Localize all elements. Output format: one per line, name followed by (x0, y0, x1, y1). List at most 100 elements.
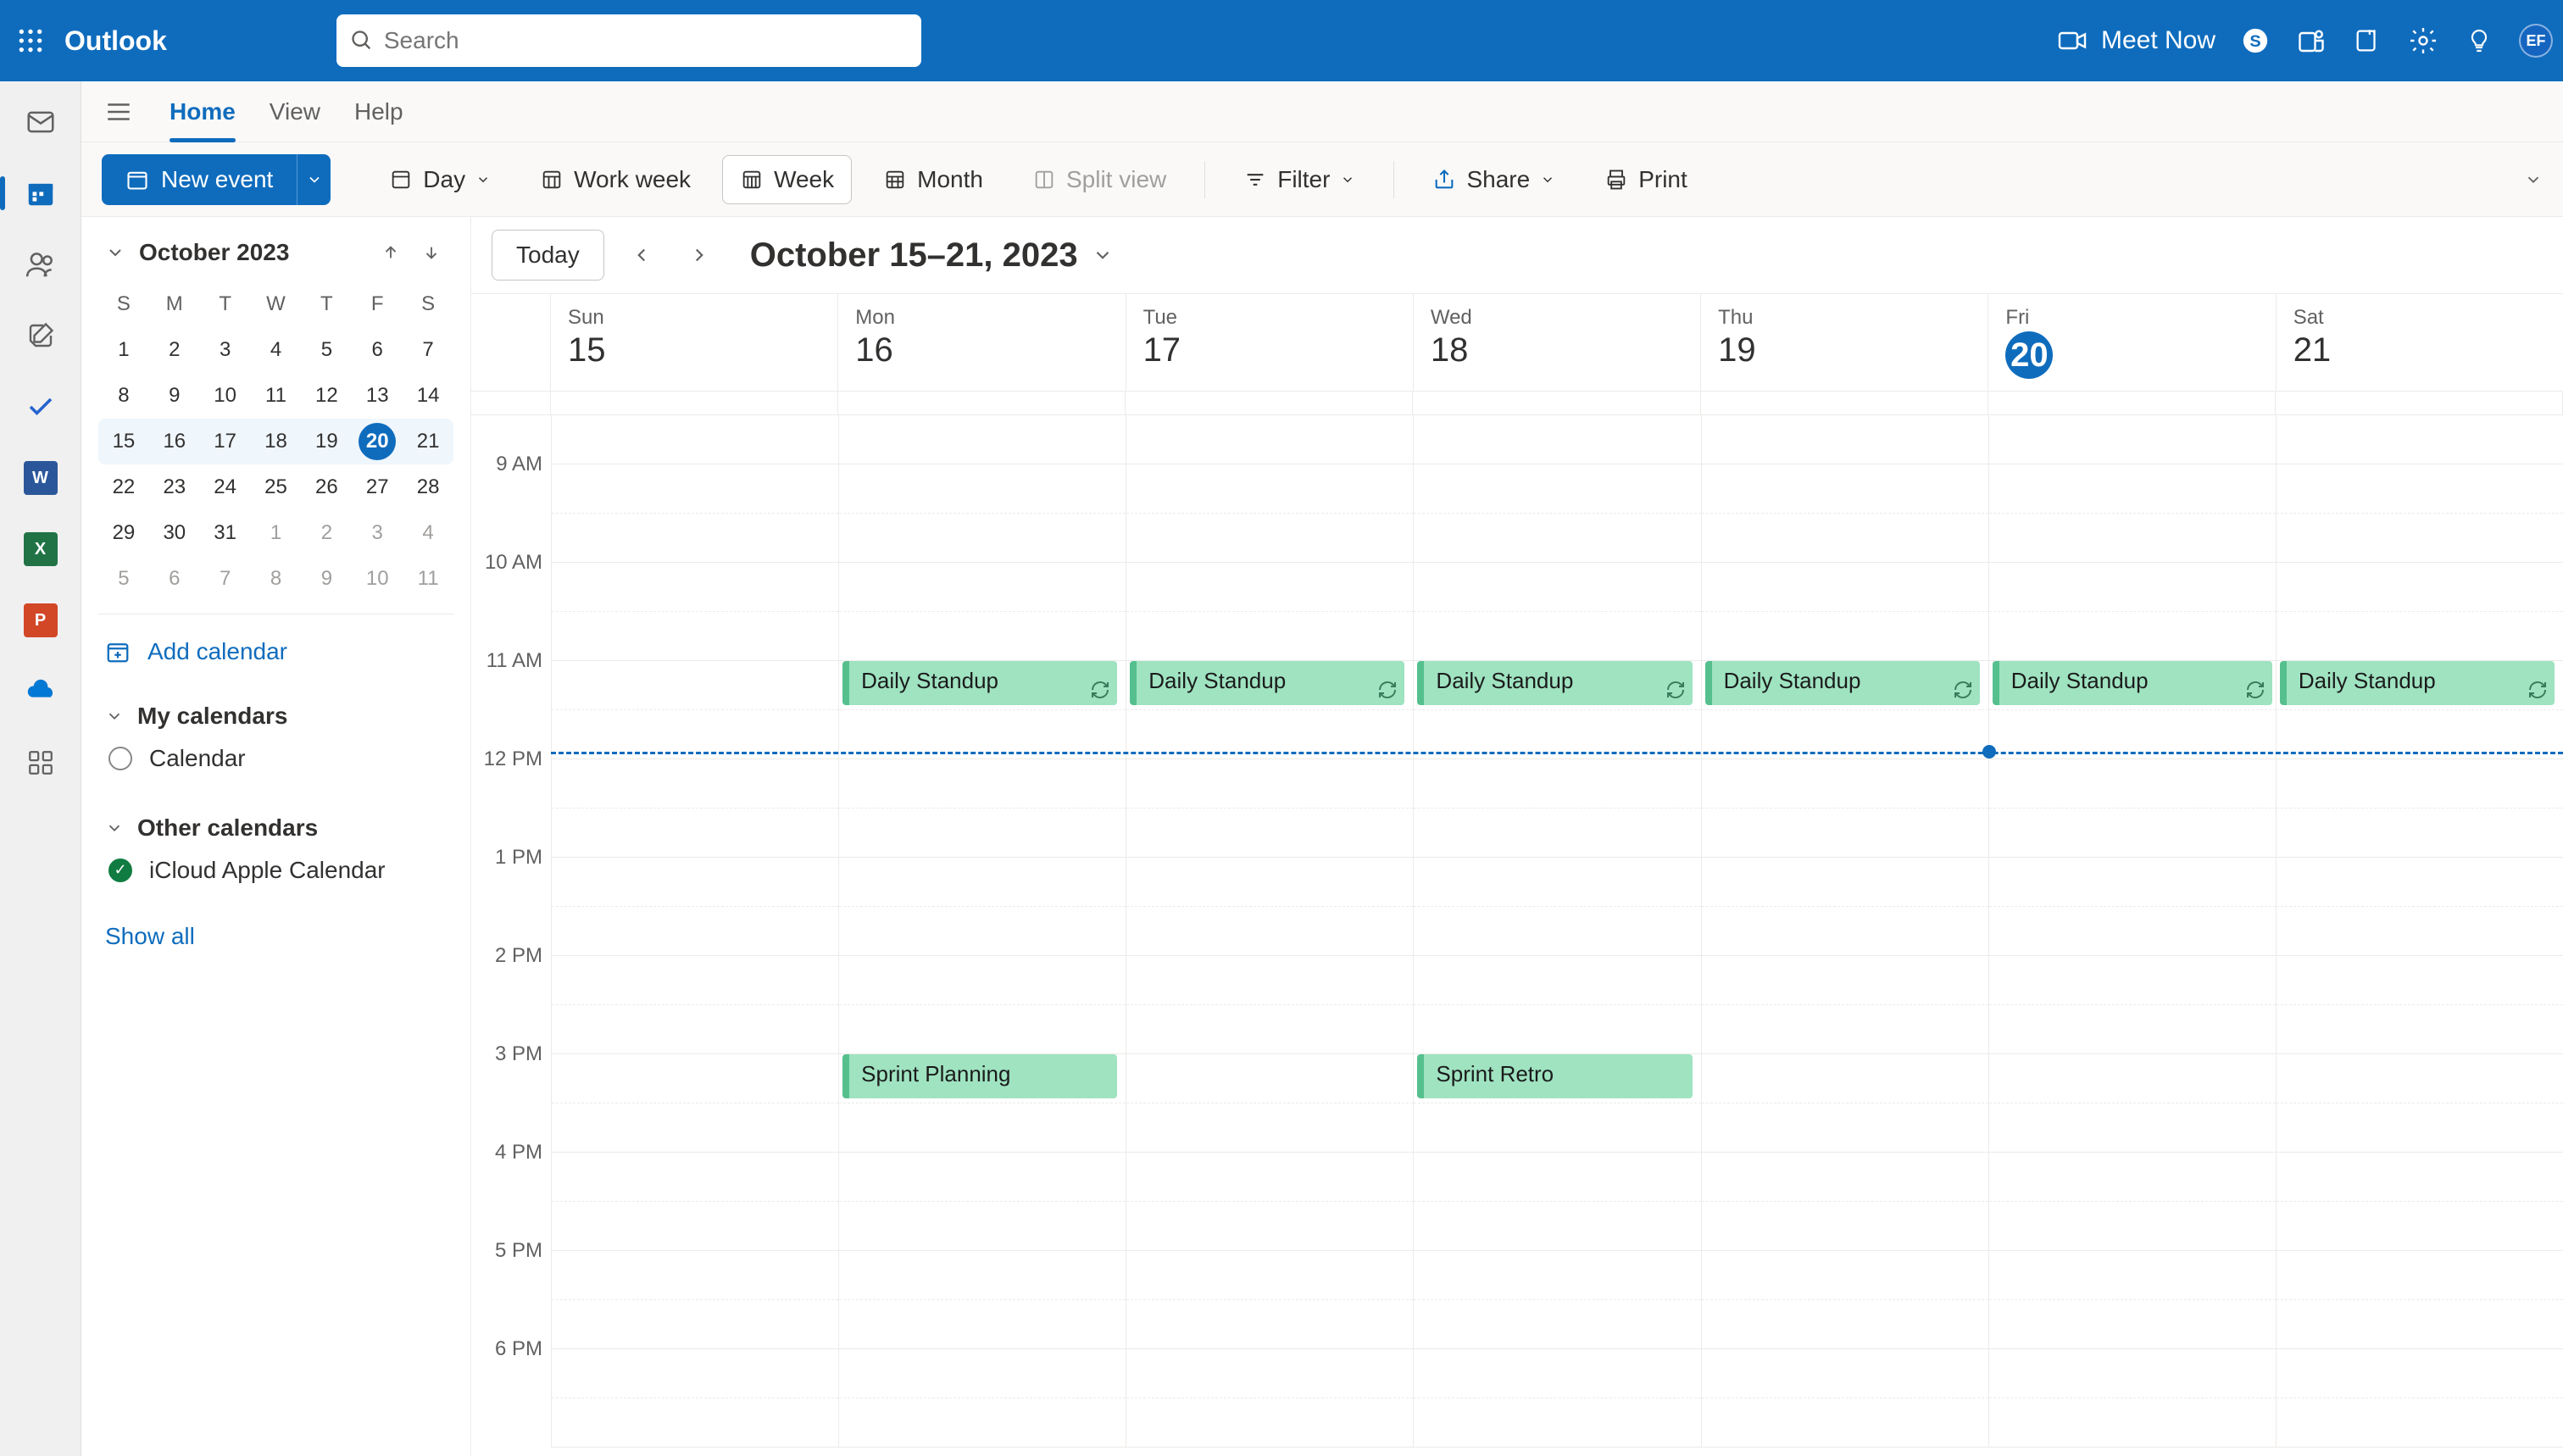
mini-cal-day[interactable]: 11 (251, 373, 302, 419)
mini-cal-collapse-icon[interactable] (105, 242, 125, 263)
new-event-dropdown[interactable] (297, 154, 331, 205)
day-column[interactable]: Daily Standup Sprint Retro (1413, 415, 1700, 1448)
filter-button[interactable]: Filter (1226, 155, 1373, 204)
calendar-event[interactable]: Daily Standup (1993, 661, 2272, 705)
mini-cal-day[interactable]: 1 (251, 510, 302, 556)
mini-cal-day[interactable]: 16 (149, 419, 200, 464)
calendar-checkbox[interactable] (108, 747, 132, 770)
rail-calendar[interactable] (17, 169, 64, 217)
calendar-item[interactable]: iCloud Apple Calendar (105, 842, 447, 899)
mini-cal-day[interactable]: 21 (403, 419, 453, 464)
notes-icon[interactable] (2351, 25, 2383, 57)
show-all-link[interactable]: Show all (98, 913, 453, 960)
mini-cal-day[interactable]: 17 (200, 419, 251, 464)
day-column[interactable] (551, 415, 838, 1448)
mini-cal-day[interactable]: 9 (301, 556, 352, 602)
nav-toggle-icon[interactable] (102, 95, 136, 129)
mini-cal-day[interactable]: 3 (200, 327, 251, 373)
day-header[interactable]: Mon16 (838, 294, 1126, 391)
calendar-event[interactable]: Sprint Retro (1417, 1054, 1692, 1098)
rail-todo[interactable] (17, 383, 64, 431)
day-header[interactable]: Sun15 (551, 294, 838, 391)
mini-cal-day[interactable]: 12 (301, 373, 352, 419)
day-column[interactable]: Daily StandupSprint Planning (838, 415, 1126, 1448)
mini-cal-day[interactable]: 28 (403, 464, 453, 510)
settings-icon[interactable] (2407, 25, 2439, 57)
rail-files[interactable] (17, 312, 64, 359)
print-button[interactable]: Print (1587, 155, 1705, 204)
mini-cal-day[interactable]: 29 (98, 510, 149, 556)
mini-cal-day[interactable]: 15 (98, 419, 149, 464)
calendar-item[interactable]: Calendar (105, 730, 447, 787)
mini-cal-day[interactable]: 8 (251, 556, 302, 602)
mini-cal-day[interactable]: 4 (251, 327, 302, 373)
day-header[interactable]: Thu19 (1701, 294, 1988, 391)
rail-mail[interactable] (17, 98, 64, 146)
day-column[interactable]: Daily Standup (1988, 415, 2276, 1448)
mini-cal-day[interactable]: 3 (352, 510, 403, 556)
app-launcher-icon[interactable] (10, 20, 51, 61)
mini-cal-prev[interactable] (375, 237, 406, 268)
mini-cal-day[interactable]: 18 (251, 419, 302, 464)
mini-cal-day[interactable]: 9 (149, 373, 200, 419)
view-workweek-button[interactable]: Work week (522, 155, 709, 204)
my-calendars-group[interactable]: My calendars (105, 703, 447, 730)
share-button[interactable]: Share (1415, 155, 1573, 204)
mini-cal-day[interactable]: 25 (251, 464, 302, 510)
app-brand[interactable]: Outlook (64, 25, 167, 57)
mini-cal-day[interactable]: 26 (301, 464, 352, 510)
mini-cal-day[interactable]: 14 (403, 373, 453, 419)
teams-icon[interactable] (2295, 25, 2327, 57)
rail-excel[interactable]: X (17, 525, 64, 573)
day-header[interactable]: Wed18 (1414, 294, 1701, 391)
day-header-today[interactable]: Fri20 (1988, 294, 2276, 391)
tab-help[interactable]: Help (354, 83, 403, 141)
skype-icon[interactable]: S (2239, 25, 2271, 57)
date-range-picker[interactable]: October 15–21, 2023 (750, 236, 1114, 275)
mini-cal-day[interactable]: 24 (200, 464, 251, 510)
toolbar-overflow[interactable] (2524, 170, 2543, 189)
allday-row[interactable] (471, 392, 2563, 415)
mini-cal-day[interactable]: 6 (352, 327, 403, 373)
tab-view[interactable]: View (270, 83, 320, 141)
mini-cal-day[interactable]: 2 (149, 327, 200, 373)
calendar-event[interactable]: Daily Standup (1130, 661, 1404, 705)
mini-cal-day[interactable]: 19 (301, 419, 352, 464)
mini-cal-day[interactable]: 7 (200, 556, 251, 602)
rail-powerpoint[interactable]: P (17, 597, 64, 644)
next-week-button[interactable] (679, 235, 720, 275)
mini-cal-day[interactable]: 8 (98, 373, 149, 419)
view-day-button[interactable]: Day (371, 155, 509, 204)
mini-cal-day[interactable]: 10 (200, 373, 251, 419)
mini-cal-day[interactable]: 23 (149, 464, 200, 510)
rail-more-apps[interactable] (17, 739, 64, 786)
calendar-event[interactable]: Daily Standup (2280, 661, 2555, 705)
mini-cal-day[interactable]: 30 (149, 510, 200, 556)
other-calendars-group[interactable]: Other calendars (105, 814, 447, 842)
calendar-event[interactable]: Daily Standup (1417, 661, 1692, 705)
mini-cal-day[interactable]: 22 (98, 464, 149, 510)
meet-now-button[interactable]: Meet Now (2057, 25, 2216, 56)
mini-cal-next[interactable] (416, 237, 447, 268)
rail-onedrive[interactable] (17, 668, 64, 715)
mini-cal-day[interactable]: 2 (301, 510, 352, 556)
add-calendar-button[interactable]: Add calendar (98, 614, 453, 689)
calendar-event[interactable]: Daily Standup (842, 661, 1117, 705)
rail-word[interactable]: W (17, 454, 64, 502)
mini-cal-day[interactable]: 1 (98, 327, 149, 373)
day-column[interactable]: Daily Standup (2276, 415, 2563, 1448)
mini-cal-day[interactable]: 10 (352, 556, 403, 602)
day-column[interactable]: Daily Standup (1126, 415, 1413, 1448)
view-month-button[interactable]: Month (865, 155, 1001, 204)
mini-cal-day[interactable]: 7 (403, 327, 453, 373)
view-week-button[interactable]: Week (722, 155, 852, 204)
mini-cal-day[interactable]: 13 (352, 373, 403, 419)
rail-people[interactable] (17, 241, 64, 288)
today-button[interactable]: Today (492, 230, 604, 281)
account-avatar[interactable]: EF (2519, 24, 2553, 58)
calendar-checkbox[interactable] (108, 859, 132, 882)
search-input[interactable] (336, 14, 921, 67)
day-header[interactable]: Tue17 (1126, 294, 1414, 391)
mini-cal-day[interactable]: 11 (403, 556, 453, 602)
mini-cal-day[interactable]: 27 (352, 464, 403, 510)
